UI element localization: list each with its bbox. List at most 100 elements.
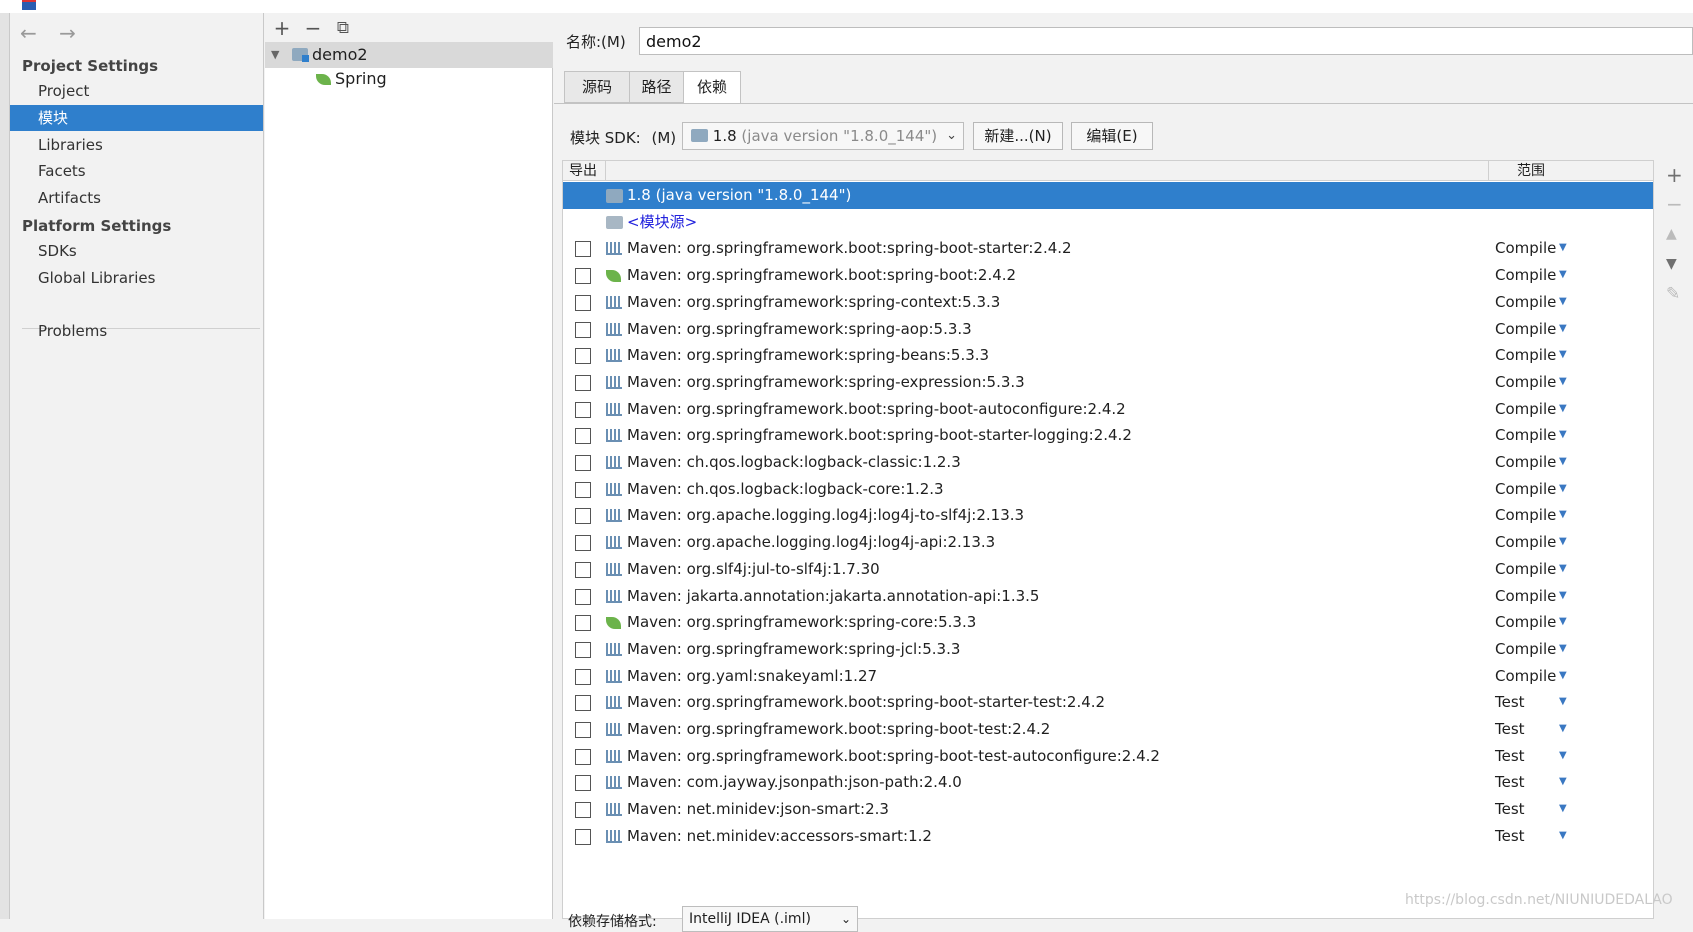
scope-select[interactable]: Compile (1495, 609, 1556, 635)
sidebar-item-problems[interactable]: Problems (10, 318, 263, 344)
chevron-down-icon[interactable]: ▼ (1559, 396, 1567, 422)
scope-select[interactable]: Compile (1495, 663, 1556, 689)
sidebar-item-libraries[interactable]: Libraries (10, 132, 263, 158)
chevron-down-icon[interactable]: ▼ (1559, 289, 1567, 315)
column-scope[interactable]: 范围 (1488, 161, 1653, 181)
new-sdk-button[interactable]: 新建...(N) (973, 122, 1063, 150)
add-icon[interactable]: + (271, 16, 293, 40)
scope-select[interactable]: Compile (1495, 636, 1556, 662)
chevron-down-icon[interactable]: ▼ (1559, 716, 1567, 742)
tab-paths[interactable]: 路径 (629, 71, 684, 103)
table-row[interactable]: Maven: ch.qos.logback:logback-classic:1.… (563, 449, 1653, 476)
scope-select[interactable]: Test (1495, 689, 1525, 715)
table-row[interactable]: Maven: org.springframework.boot:spring-b… (563, 716, 1653, 743)
scope-select[interactable]: Compile (1495, 342, 1556, 368)
table-row[interactable]: Maven: org.springframework.boot:spring-b… (563, 743, 1653, 770)
export-checkbox[interactable] (575, 802, 591, 819)
table-row-sdk[interactable]: 1.8 (java version "1.8.0_144") (563, 182, 1653, 209)
table-row[interactable]: Maven: ch.qos.logback:logback-core:1.2.3… (563, 476, 1653, 503)
chevron-down-icon[interactable]: ▼ (1559, 529, 1567, 555)
export-checkbox[interactable] (575, 374, 591, 391)
export-checkbox[interactable] (575, 401, 591, 418)
scope-select[interactable]: Compile (1495, 369, 1556, 395)
export-checkbox[interactable] (575, 775, 591, 792)
tree-node-spring-facet[interactable]: Spring (265, 66, 553, 92)
scope-select[interactable]: Compile (1495, 449, 1556, 475)
chevron-down-icon[interactable]: ⌄ (841, 907, 851, 931)
table-row[interactable]: Maven: org.springframework:spring-beans:… (563, 342, 1653, 369)
scope-select[interactable]: Compile (1495, 396, 1556, 422)
scope-select[interactable]: Compile (1495, 556, 1556, 582)
scope-select[interactable]: Compile (1495, 583, 1556, 609)
chevron-down-icon[interactable]: ▼ (1559, 502, 1567, 528)
scope-select[interactable]: Compile (1495, 316, 1556, 342)
scope-select[interactable]: Compile (1495, 289, 1556, 315)
scope-select[interactable]: Compile (1495, 262, 1556, 288)
chevron-down-icon[interactable]: ▼ (1559, 663, 1567, 689)
chevron-down-icon[interactable]: ▼ (1559, 823, 1567, 849)
table-row[interactable]: Maven: org.springframework.boot:spring-b… (563, 396, 1653, 423)
export-checkbox[interactable] (575, 641, 591, 658)
back-icon[interactable]: ← (20, 21, 37, 45)
scope-select[interactable]: Compile (1495, 235, 1556, 261)
chevron-down-icon[interactable]: ▼ (1559, 262, 1567, 288)
export-checkbox[interactable] (575, 455, 591, 471)
table-row[interactable]: Maven: org.springframework.boot:spring-b… (563, 422, 1653, 449)
export-checkbox[interactable] (575, 588, 591, 605)
chevron-down-icon[interactable]: ⌄ (946, 123, 957, 149)
chevron-down-icon[interactable]: ▼ (1559, 235, 1567, 261)
chevron-down-icon[interactable]: ▼ (1559, 476, 1567, 502)
sidebar-item-facets[interactable]: Facets (10, 158, 263, 184)
chevron-down-icon[interactable]: ▼ (1559, 369, 1567, 395)
add-dependency-icon[interactable]: + (1666, 163, 1683, 187)
chevron-down-icon[interactable]: ▼ (1559, 689, 1567, 715)
table-row[interactable]: Maven: org.apache.logging.log4j:log4j-to… (563, 502, 1653, 529)
scope-select[interactable]: Compile (1495, 529, 1556, 555)
export-checkbox[interactable] (575, 241, 591, 258)
chevron-down-icon[interactable]: ▼ (1559, 556, 1567, 582)
export-checkbox[interactable] (575, 428, 591, 445)
table-row[interactable]: Maven: org.springframework:spring-expres… (563, 369, 1653, 396)
scope-select[interactable]: Test (1495, 743, 1525, 769)
export-checkbox[interactable] (575, 321, 591, 338)
table-row[interactable]: Maven: jakarta.annotation:jakarta.annota… (563, 583, 1653, 610)
scope-select[interactable]: Test (1495, 796, 1525, 822)
table-row[interactable]: Maven: org.yaml:snakeyaml:1.27 Compile ▼ (563, 663, 1653, 690)
edit-sdk-button[interactable]: 编辑(E) (1071, 122, 1153, 150)
export-checkbox[interactable] (575, 348, 591, 365)
export-checkbox[interactable] (575, 722, 591, 738)
chevron-down-icon[interactable]: ▼ (1559, 609, 1567, 635)
table-row-module-source[interactable]: <模块源> (563, 209, 1653, 236)
remove-dependency-icon[interactable]: − (1666, 192, 1683, 216)
chevron-down-icon[interactable]: ▼ (1559, 342, 1567, 368)
tab-dependencies[interactable]: 依赖 (683, 71, 741, 104)
scope-select[interactable]: Test (1495, 769, 1525, 795)
chevron-down-icon[interactable]: ▼ (1559, 743, 1567, 769)
table-row[interactable]: Maven: org.springframework.boot:spring-b… (563, 689, 1653, 716)
export-checkbox[interactable] (575, 668, 591, 685)
chevron-down-icon[interactable]: ▼ (271, 42, 279, 68)
table-row[interactable]: Maven: org.springframework:spring-core:5… (563, 609, 1653, 636)
copy-icon[interactable]: ⧉ (332, 18, 354, 38)
chevron-down-icon[interactable]: ▼ (1559, 316, 1567, 342)
chevron-down-icon[interactable]: ▼ (1559, 449, 1567, 475)
export-checkbox[interactable] (575, 561, 591, 578)
chevron-down-icon[interactable]: ▼ (1559, 636, 1567, 662)
move-up-icon[interactable]: ▲ (1666, 226, 1677, 242)
export-checkbox[interactable] (575, 294, 591, 311)
table-row[interactable]: Maven: org.slf4j:jul-to-slf4j:1.7.30 Comp… (563, 556, 1653, 583)
sidebar-item-artifacts[interactable]: Artifacts (10, 185, 263, 211)
table-row[interactable]: Maven: org.springframework.boot:spring-b… (563, 262, 1653, 289)
move-down-icon[interactable]: ▼ (1666, 256, 1677, 272)
module-name-input[interactable] (639, 27, 1693, 55)
sidebar-item-project[interactable]: Project (10, 78, 263, 104)
module-sdk-select[interactable]: 1.8 (java version "1.8.0_144") ⌄ (682, 122, 964, 150)
tab-sources[interactable]: 源码 (564, 71, 630, 103)
table-row[interactable]: Maven: org.springframework:spring-jcl:5.… (563, 636, 1653, 663)
export-checkbox[interactable] (575, 535, 591, 552)
chevron-down-icon[interactable]: ▼ (1559, 422, 1567, 448)
table-row[interactable]: Maven: org.springframework:spring-contex… (563, 289, 1653, 316)
remove-icon[interactable]: − (302, 16, 324, 40)
chevron-down-icon[interactable]: ▼ (1559, 796, 1567, 822)
table-row[interactable]: Maven: net.minidev:json-smart:2.3 Test ▼ (563, 796, 1653, 823)
